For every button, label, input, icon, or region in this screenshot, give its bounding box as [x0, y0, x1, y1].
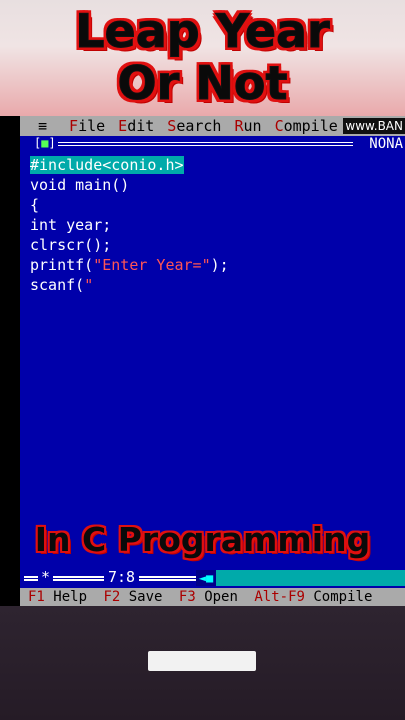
video-title-line-1: Leap Year [75, 4, 331, 59]
code-line-5[interactable]: clrscr(); [30, 235, 229, 255]
fkey-help-key: F1 [28, 589, 45, 605]
code-line-6-pre: printf( [30, 256, 94, 274]
code-line-6[interactable]: printf("Enter Year="); [30, 255, 229, 275]
menu-file-hotkey: F [69, 117, 79, 135]
fkey-help[interactable]: F1 Help [28, 589, 87, 605]
fkey-save[interactable]: F2 Save [103, 589, 162, 605]
fkey-open[interactable]: F3 Open [179, 589, 238, 605]
menu-file-label: ile [78, 117, 106, 135]
fkey-save-label: Save [128, 589, 163, 605]
editor-status-bar: * 7:8 ◄■ [20, 568, 405, 586]
fkey-compile-label: Compile [313, 589, 373, 605]
menu-run-hotkey: R [234, 117, 244, 135]
code-editor[interactable]: #include<conio.h> void main() { int year… [30, 155, 229, 295]
cursor-position: 7:8 [104, 568, 140, 586]
menu-compile-label: ompile [283, 117, 338, 135]
close-box-right: ] [48, 136, 56, 150]
video-title-line-2: Or Not [117, 56, 288, 111]
code-line-7[interactable]: scanf(" [30, 275, 229, 295]
menu-file[interactable]: File [69, 117, 105, 135]
menu-search-hotkey: S [167, 117, 177, 135]
close-box-button[interactable]: [■] [34, 136, 56, 150]
code-line-6-string: "Enter Year=" [93, 256, 211, 274]
bottom-white-bar [148, 651, 256, 671]
modified-indicator: * [38, 568, 54, 586]
code-line-1[interactable]: #include<conio.h> [30, 155, 229, 175]
video-caption: In C Programming [34, 520, 371, 559]
code-line-7-pre: scanf( [30, 276, 85, 294]
menu-compile[interactable]: Compile [275, 117, 338, 135]
title-banner: Leap Year Or Not [0, 0, 405, 116]
menu-edit-label: dit [127, 117, 155, 135]
code-line-7-string: " [84, 276, 94, 294]
menu-run-label: un [243, 117, 262, 135]
scroll-left-arrow-icon[interactable]: ◄■ [196, 570, 216, 586]
editor-window-frame: [■] NONA [20, 136, 405, 152]
menu-run[interactable]: Run [234, 117, 261, 135]
menu-bar: ≡ File Edit Search Run Compile www.BAN [20, 116, 405, 136]
horizontal-scrollbar[interactable] [196, 570, 405, 586]
code-line-1-text: #include<conio.h> [30, 156, 184, 174]
menu-compile-hotkey: C [274, 117, 284, 135]
function-key-bar: F1 Help F2 Save F3 Open Alt-F9 Compile [20, 588, 405, 606]
menu-search-label: earch [176, 117, 222, 135]
fkey-compile-key: Alt-F9 [254, 589, 305, 605]
code-line-4[interactable]: int year; [30, 215, 229, 235]
menu-search[interactable]: Search [167, 117, 221, 135]
menu-edit[interactable]: Edit [118, 117, 154, 135]
fkey-save-key: F2 [103, 589, 121, 605]
watermark: www.BAN [343, 118, 405, 134]
code-line-3[interactable]: { [30, 195, 229, 215]
fkey-open-label: Open [204, 589, 238, 605]
fkey-help-label: Help [53, 589, 88, 605]
fkey-open-key: F3 [178, 589, 196, 605]
frame-double-line [58, 142, 353, 146]
code-line-2[interactable]: void main() [30, 175, 229, 195]
menu-edit-hotkey: E [118, 117, 128, 135]
system-menu-icon[interactable]: ≡ [38, 117, 47, 135]
editor-filename: NONA [369, 136, 403, 152]
fkey-compile[interactable]: Alt-F9 Compile [254, 589, 372, 605]
code-line-6-post: ); [210, 256, 229, 274]
